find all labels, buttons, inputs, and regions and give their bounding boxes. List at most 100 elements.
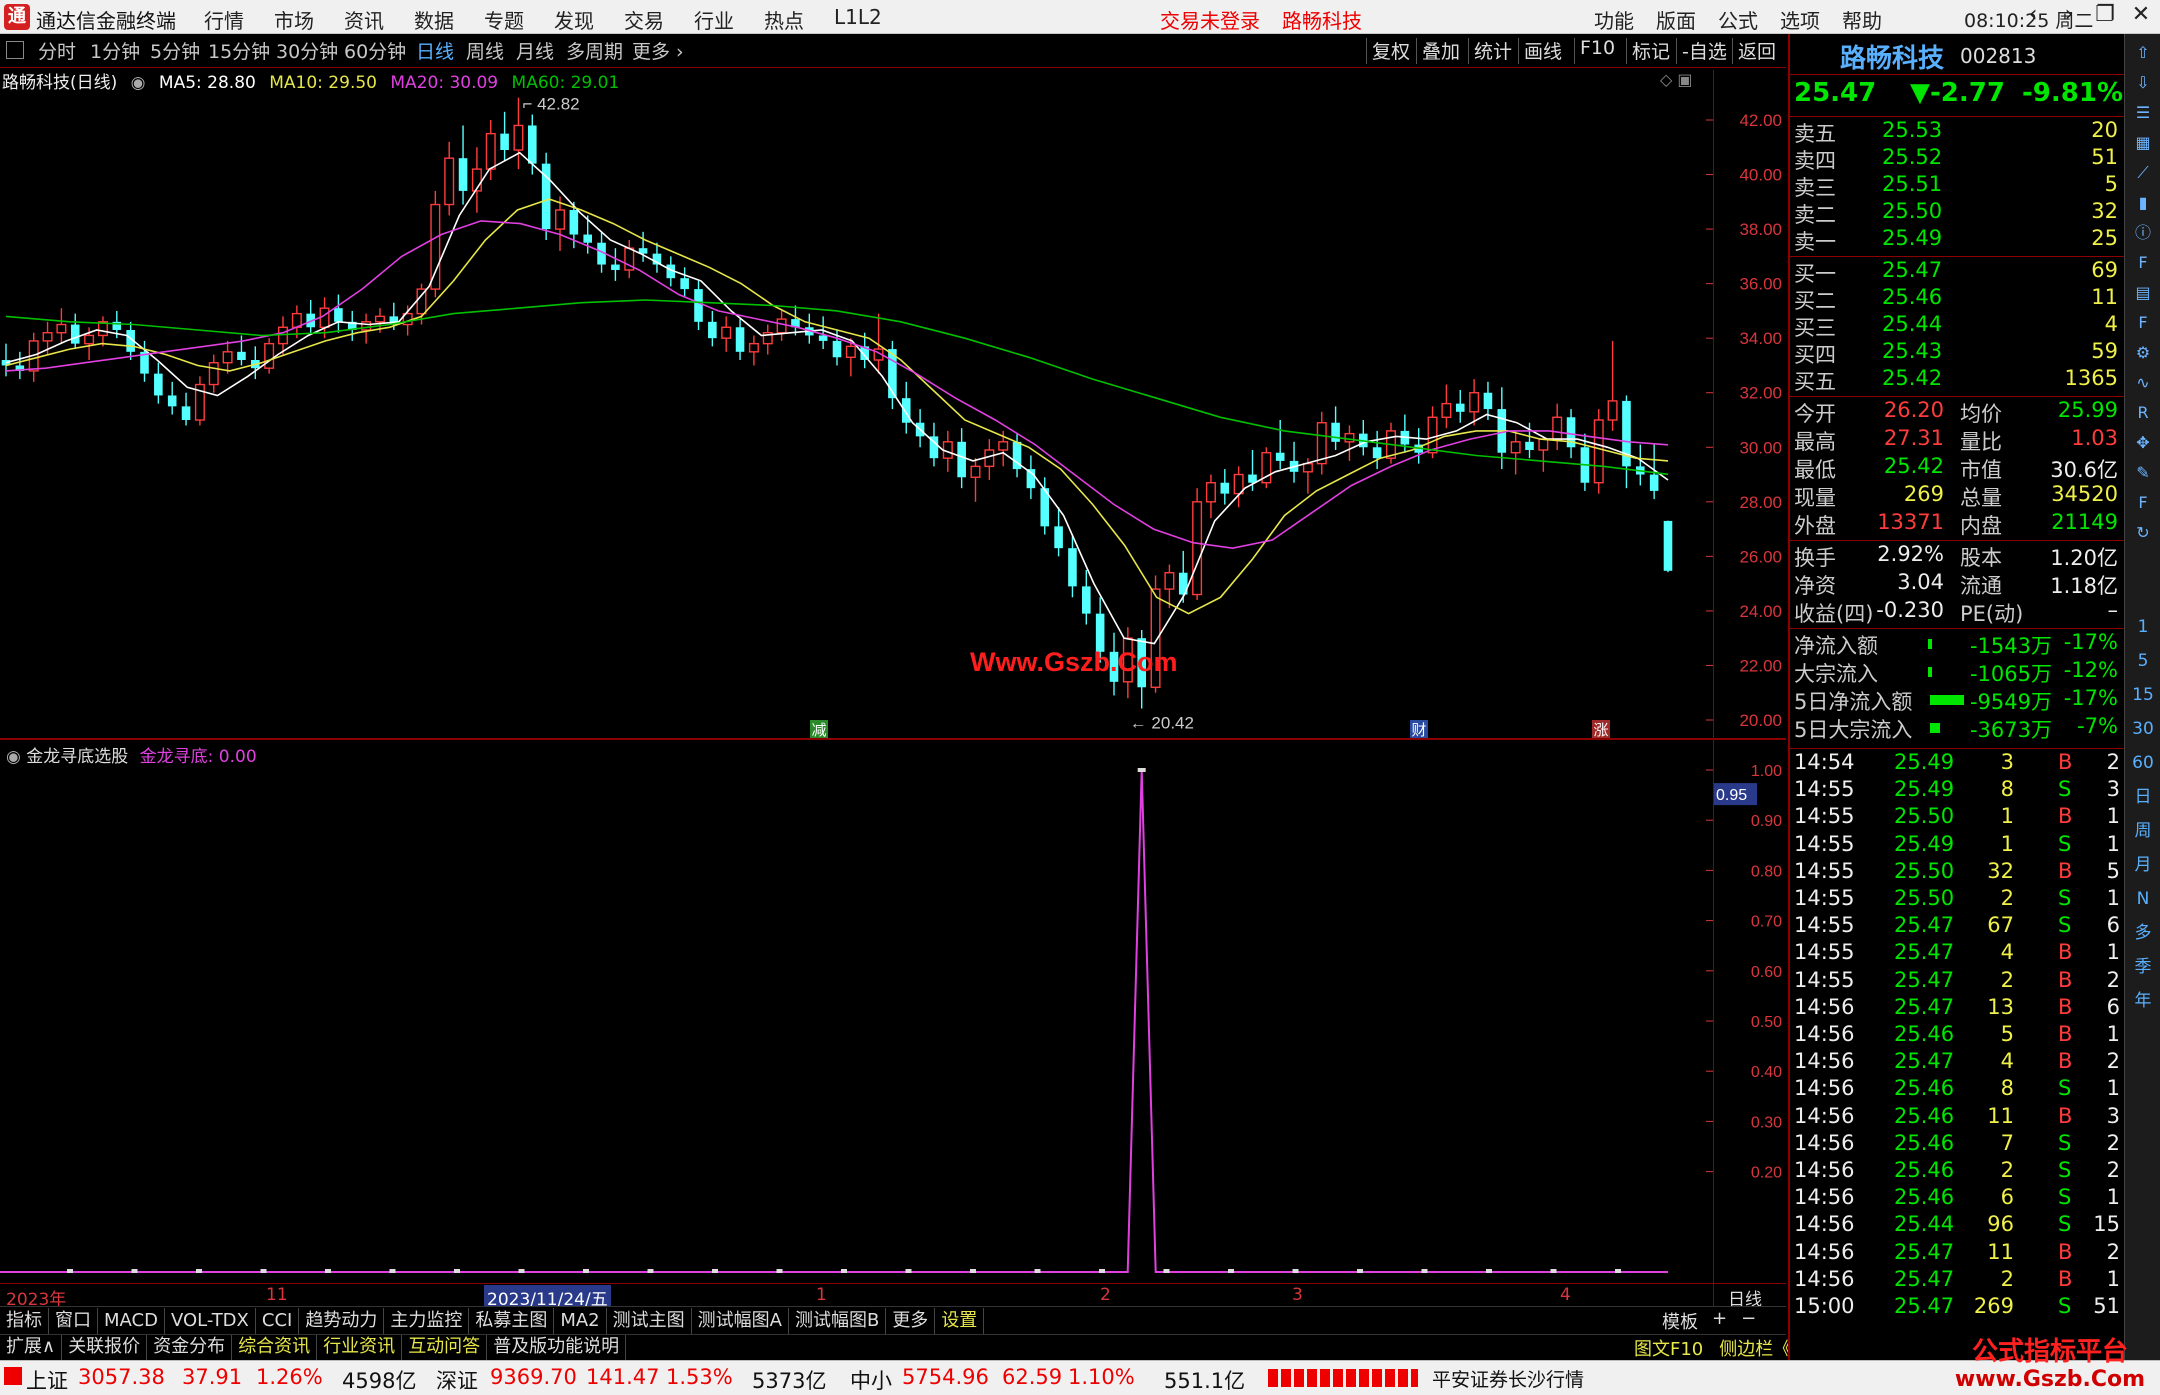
- menu-item-3[interactable]: 数据: [414, 5, 454, 34]
- settings-icon[interactable]: ⚙: [2130, 340, 2156, 366]
- template-btn-1[interactable]: +: [1712, 1308, 1727, 1334]
- indicator-tab-12[interactable]: 更多: [886, 1307, 936, 1334]
- ext-right-btn-0[interactable]: 图文F10: [1634, 1335, 1703, 1361]
- ext-tab-6[interactable]: 普及版功能说明: [487, 1335, 627, 1360]
- period-shortcut-0[interactable]: 1: [2130, 614, 2156, 640]
- menu-item-1[interactable]: 市场: [274, 5, 314, 34]
- chart-tool-7[interactable]: 返回: [1738, 37, 1776, 64]
- template-btn-0[interactable]: 模板: [1662, 1308, 1698, 1334]
- period-tab-7[interactable]: 周线: [466, 37, 504, 64]
- period-shortcut-11[interactable]: 年: [2130, 988, 2156, 1014]
- period-tab-2[interactable]: 5分钟: [150, 37, 200, 64]
- indicator-tab-3[interactable]: VOL-TDX: [165, 1307, 256, 1334]
- menu-item-0[interactable]: 行情: [204, 5, 244, 34]
- period-tab-5[interactable]: 60分钟: [344, 37, 406, 64]
- period-shortcut-10[interactable]: 季: [2130, 954, 2156, 980]
- indicator-tab-9[interactable]: 测试主图: [607, 1307, 692, 1334]
- menu-item-2[interactable]: 资讯: [344, 5, 384, 34]
- sz-index-label[interactable]: 深证: [436, 1365, 478, 1395]
- list-icon[interactable]: ☰: [2130, 100, 2156, 126]
- indicator-tab-2[interactable]: MACD: [98, 1307, 165, 1334]
- down-arrow-icon[interactable]: ⇩: [2130, 70, 2156, 96]
- period-shortcut-2[interactable]: 15: [2130, 682, 2156, 708]
- period-shortcut-6[interactable]: 周: [2130, 818, 2156, 844]
- template-btn-2[interactable]: −: [1741, 1308, 1756, 1334]
- period-tab-0[interactable]: 分时: [38, 37, 76, 64]
- indicator-tab-11[interactable]: 测试幅图B: [789, 1307, 887, 1334]
- info-icon[interactable]: ⓘ: [2130, 220, 2156, 246]
- indicator-tab-7[interactable]: 私募主图: [469, 1307, 555, 1334]
- wave-icon[interactable]: ∿: [2130, 370, 2156, 396]
- ext-tab-1[interactable]: 关联报价: [62, 1335, 148, 1360]
- grid-icon[interactable]: ▦: [2130, 130, 2156, 156]
- event-marker[interactable]: 减: [810, 720, 828, 739]
- period-tab-4[interactable]: 30分钟: [276, 37, 338, 64]
- indicator-tab-10[interactable]: 测试幅图A: [692, 1307, 789, 1334]
- indicator-tab-6[interactable]: 主力监控: [384, 1307, 470, 1334]
- doc-icon[interactable]: ▤: [2130, 280, 2156, 306]
- event-marker[interactable]: 涨: [1592, 720, 1610, 739]
- right-menu-item-2[interactable]: 公式: [1718, 5, 1758, 34]
- period-tab-9[interactable]: 多周期: [566, 37, 623, 64]
- indicator-tab-0[interactable]: 指标: [0, 1307, 49, 1334]
- ext-tab-3[interactable]: 综合资讯: [232, 1335, 318, 1360]
- indicator-toggle-icon[interactable]: ◉: [6, 747, 21, 767]
- back-icon[interactable]: ‹: [2020, 2, 2046, 27]
- close-icon[interactable]: ✕: [2128, 2, 2154, 27]
- period-tab-6[interactable]: 日线: [416, 37, 454, 64]
- fs-icon[interactable]: F: [2130, 490, 2156, 516]
- refresh-icon[interactable]: ↻: [2130, 520, 2156, 546]
- indicator-tab-8[interactable]: MA2: [554, 1307, 607, 1334]
- period-tab-8[interactable]: 月线: [516, 37, 554, 64]
- period-shortcut-5[interactable]: 日: [2130, 784, 2156, 810]
- pen-icon[interactable]: ✎: [2130, 460, 2156, 486]
- period-shortcut-4[interactable]: 60: [2130, 750, 2156, 776]
- indicator-tab-4[interactable]: CCI: [256, 1307, 300, 1334]
- period-shortcut-7[interactable]: 月: [2130, 852, 2156, 878]
- indicator-tab-5[interactable]: 趋势动力: [299, 1307, 385, 1334]
- right-menu-item-4[interactable]: 帮助: [1842, 5, 1882, 34]
- sh-index-label[interactable]: 上证: [26, 1365, 68, 1395]
- line-chart-icon[interactable]: ⟋: [2130, 160, 2156, 186]
- forward-icon[interactable]: ›: [2056, 2, 2082, 27]
- ext-right-btn-1[interactable]: 侧边栏《: [1719, 1335, 1791, 1361]
- f10-icon[interactable]: F: [2130, 250, 2156, 276]
- menu-item-7[interactable]: 行业: [694, 5, 734, 34]
- f2-icon[interactable]: F: [2130, 310, 2156, 336]
- right-menu-item-3[interactable]: 选项: [1780, 5, 1820, 34]
- period-shortcut-8[interactable]: N: [2130, 886, 2156, 912]
- chart-tool-1[interactable]: 叠加: [1422, 37, 1460, 64]
- menu-item-6[interactable]: 交易: [624, 5, 664, 34]
- menu-item-4[interactable]: 专题: [484, 5, 524, 34]
- chart-tool-3[interactable]: 画线: [1524, 37, 1562, 64]
- right-menu-item-1[interactable]: 版面: [1656, 5, 1696, 34]
- zx-index-label[interactable]: 中小: [850, 1365, 892, 1395]
- ext-tab-0[interactable]: 扩展∧: [0, 1335, 63, 1360]
- notice-item-1[interactable]: 路畅科技: [1282, 5, 1362, 34]
- chart-tool-2[interactable]: 统计: [1474, 37, 1512, 64]
- indicator-tab-1[interactable]: 窗口: [49, 1307, 98, 1334]
- chart-tool-4[interactable]: F10: [1580, 37, 1615, 59]
- ext-tab-4[interactable]: 行业资讯: [317, 1335, 403, 1360]
- notice-item-0[interactable]: 交易未登录: [1160, 5, 1260, 34]
- restore-icon[interactable]: ❐: [2092, 2, 2118, 27]
- period-shortcut-1[interactable]: 5: [2130, 648, 2156, 674]
- menu-item-5[interactable]: 发现: [554, 5, 594, 34]
- move-icon[interactable]: ✥: [2130, 430, 2156, 456]
- period-shortcut-9[interactable]: 多: [2130, 920, 2156, 946]
- ext-tab-5[interactable]: 互动问答: [402, 1335, 488, 1360]
- chart-tool-0[interactable]: 复权: [1372, 37, 1410, 64]
- menu-item-8[interactable]: 热点: [764, 5, 804, 34]
- period-tab-1[interactable]: 1分钟: [90, 37, 140, 64]
- right-menu-item-0[interactable]: 功能: [1594, 5, 1634, 34]
- indicator-tab-13[interactable]: 设置: [935, 1307, 985, 1334]
- period-shortcut-3[interactable]: 30: [2130, 716, 2156, 742]
- event-marker[interactable]: 财: [1410, 720, 1428, 739]
- menu-item-9[interactable]: L1L2: [834, 5, 882, 34]
- kline-chart[interactable]: 42.00 40.00 38.00 36.00 34.00 32.00 30.00 28.00…: [0, 70, 1786, 1283]
- rsi-icon[interactable]: R: [2130, 400, 2156, 426]
- period-tab-3[interactable]: 15分钟: [208, 37, 270, 64]
- period-tab-10[interactable]: 更多 ›: [632, 37, 684, 64]
- ext-tab-2[interactable]: 资金分布: [147, 1335, 233, 1360]
- candle-icon[interactable]: ▮: [2130, 190, 2156, 216]
